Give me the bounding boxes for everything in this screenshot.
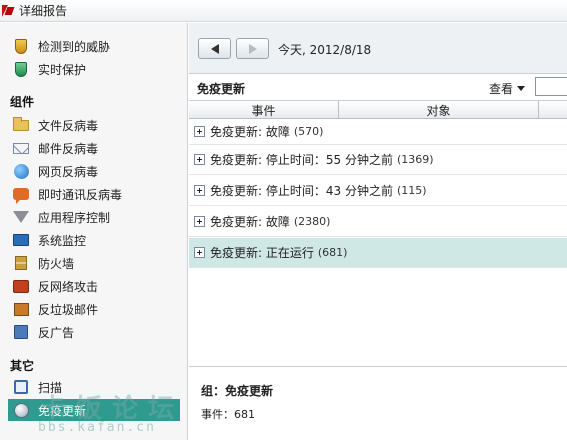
expand-icon[interactable] xyxy=(194,126,205,137)
row-text: 免疫更新: 停止时间：55 分钟之前 xyxy=(210,153,393,167)
folder-icon xyxy=(12,116,30,134)
update-icon xyxy=(12,401,30,419)
scan-icon xyxy=(12,378,30,396)
sidebar-item-label: 应用程序控制 xyxy=(38,210,111,225)
detail-group: 组：免疫更新 xyxy=(201,384,274,398)
sidebar-item-im-av[interactable]: 即时通讯反病毒 xyxy=(8,183,180,205)
other-heading: 其它 xyxy=(10,359,35,373)
sidebar-item-system-watcher[interactable]: 系统监控 xyxy=(8,229,180,251)
list-item[interactable]: 免疫更新: 故障 (570) xyxy=(189,119,567,145)
sidebar-item-label: 网页反病毒 xyxy=(38,164,99,179)
caret-down-icon xyxy=(517,86,526,91)
filter-input[interactable] xyxy=(535,77,567,96)
row-text: 免疫更新: 故障 xyxy=(210,215,290,229)
list-item-selected[interactable]: 免疫更新: 正在运行 (681) xyxy=(189,238,567,268)
view-dropdown-label: 查看 xyxy=(489,82,514,96)
firewall-icon xyxy=(12,254,30,272)
row-text: 免疫更新: 故障 xyxy=(210,125,290,139)
mail-icon xyxy=(12,139,30,157)
sidebar-item-label: 反广告 xyxy=(38,325,75,340)
list-item[interactable]: 免疫更新: 停止时间：55 分钟之前 (1369) xyxy=(189,145,567,175)
date-label: 今天, 2012/8/18 xyxy=(278,43,372,57)
detail-events: 事件：681 xyxy=(201,408,255,421)
sidebar-item-label: 反垃圾邮件 xyxy=(38,302,99,317)
forward-button[interactable] xyxy=(236,38,269,59)
globe-icon xyxy=(12,162,30,180)
sidebar-item-label: 即时通讯反病毒 xyxy=(38,187,123,202)
sidebar-item-anti-spam[interactable]: 反垃圾邮件 xyxy=(8,298,180,320)
funnel-icon xyxy=(12,208,30,226)
sidebar-item-label: 实时保护 xyxy=(38,62,87,77)
sidebar-item-label: 系统监控 xyxy=(38,233,87,248)
list-item[interactable]: 免疫更新: 停止时间：43 分钟之前 (115) xyxy=(189,176,567,206)
sidebar-item-label: 防火墙 xyxy=(38,256,75,271)
window-title: 详细报告 xyxy=(19,4,68,18)
row-count: (1369) xyxy=(396,153,434,166)
expand-icon[interactable] xyxy=(194,185,205,196)
sidebar-item-detected-threats[interactable]: 检测到的威胁 xyxy=(8,35,180,57)
row-text: 免疫更新: 正在运行 xyxy=(210,246,314,260)
expand-icon[interactable] xyxy=(194,247,205,258)
column-event[interactable]: 事件 xyxy=(189,101,339,119)
forward-arrow-icon xyxy=(248,43,257,54)
anti-banner-icon xyxy=(12,323,30,341)
view-dropdown[interactable]: 查看 xyxy=(489,80,526,97)
network-attack-icon xyxy=(12,277,30,295)
sidebar-item-label: 检测到的威胁 xyxy=(38,39,111,54)
list-item[interactable]: 免疫更新: 故障 (2380) xyxy=(189,207,567,237)
app-logo-icon xyxy=(2,4,14,17)
row-count: (681) xyxy=(317,246,348,259)
title-bar: 详细报告 xyxy=(0,0,567,22)
section-title: 免疫更新 xyxy=(197,82,246,96)
back-arrow-icon xyxy=(210,43,219,54)
expand-icon[interactable] xyxy=(194,216,205,227)
details-panel: 组：免疫更新 事件：681 xyxy=(189,368,567,440)
section-header: 免疫更新 查看 xyxy=(189,73,567,99)
sidebar-item-firewall[interactable]: 防火墙 xyxy=(8,252,180,274)
sidebar-item-label: 邮件反病毒 xyxy=(38,141,99,156)
components-heading: 组件 xyxy=(10,95,35,109)
row-text: 免疫更新: 停止时间：43 分钟之前 xyxy=(210,184,393,198)
sidebar-item-label: 反网络攻击 xyxy=(38,279,99,294)
sidebar-item-mail-av[interactable]: 邮件反病毒 xyxy=(8,137,180,159)
sidebar-item-file-av[interactable]: 文件反病毒 xyxy=(8,114,180,136)
row-count: (115) xyxy=(396,184,427,197)
sidebar-item-app-control[interactable]: 应用程序控制 xyxy=(8,206,180,228)
column-header: 事件 对象 xyxy=(189,100,567,119)
sidebar-item-network-attack[interactable]: 反网络攻击 xyxy=(8,275,180,297)
shield-threat-icon xyxy=(12,37,30,55)
back-button[interactable] xyxy=(198,38,231,59)
expand-icon[interactable] xyxy=(194,154,205,165)
anti-spam-icon xyxy=(12,300,30,318)
row-count: (2380) xyxy=(293,215,331,228)
sidebar-item-label: 文件反病毒 xyxy=(38,118,99,133)
sidebar-item-realtime-protection[interactable]: 实时保护 xyxy=(8,58,180,80)
watermark-url: bbs.kafan.cn xyxy=(38,420,156,435)
nav-bar: 今天, 2012/8/18 xyxy=(189,23,567,73)
sidebar-item-web-av[interactable]: 网页反病毒 xyxy=(8,160,180,182)
shield-protect-icon xyxy=(12,60,30,78)
row-count: (570) xyxy=(293,125,324,138)
column-object[interactable]: 对象 xyxy=(339,101,539,119)
monitor-icon xyxy=(12,231,30,249)
event-list: 免疫更新: 故障 (570) 免疫更新: 停止时间：55 分钟之前 (1369)… xyxy=(189,119,567,367)
sidebar-item-anti-banner[interactable]: 反广告 xyxy=(8,321,180,343)
sidebar: 检测到的威胁 实时保护 组件 文件反病毒 邮件反病毒 网页反病毒 即时通讯反病毒… xyxy=(0,23,188,440)
main-pane: 今天, 2012/8/18 免疫更新 查看 事件 对象 免疫更新: 故障 (57… xyxy=(189,23,567,440)
chat-icon xyxy=(12,185,30,204)
